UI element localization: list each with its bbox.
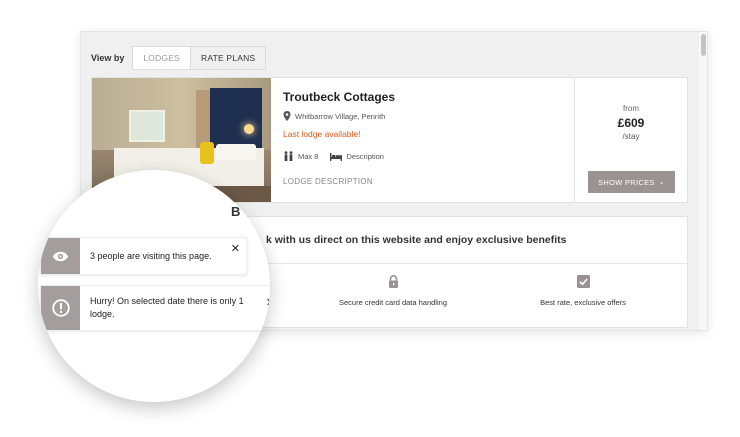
show-prices-button[interactable]: SHOW PRICES ⌄ <box>588 171 675 193</box>
benefit-secure-payment: Secure credit card data handling <box>323 275 463 307</box>
benefit-label: Secure credit card data handling <box>339 298 447 307</box>
close-icon[interactable]: ✕ <box>231 244 240 255</box>
price-unit: /stay <box>622 132 640 141</box>
lodge-description-link[interactable]: LODGE DESCRIPTION <box>283 177 562 186</box>
magnifier-overlay: B 3 people are visiting this page. ✕ Hur… <box>38 170 270 402</box>
notification-text: 3 people are visiting this page. <box>90 250 212 261</box>
price-value: £609 <box>617 116 645 130</box>
view-by-bar: View by LODGES RATE PLANS <box>91 46 267 70</box>
scrollbar[interactable] <box>699 32 707 330</box>
description-meta: Description <box>346 151 384 161</box>
alert-circle-icon <box>51 299 70 317</box>
show-prices-label: SHOW PRICES <box>598 177 655 187</box>
notification-text: Hurry! On selected date there is only 1 … <box>90 296 244 319</box>
benefits-heading-fragment: B <box>231 204 241 219</box>
chevron-down-icon: ⌄ <box>658 179 665 186</box>
availability-alert: Last lodge available! <box>283 129 361 139</box>
tab-lodges[interactable]: LODGES <box>133 47 190 69</box>
lodge-info: Troutbeck Cottages Whitbarrow Village, P… <box>271 78 574 202</box>
lodge-meta: Max 8 Description <box>283 151 562 161</box>
benefit-label: Best rate, exclusive offers <box>540 298 626 307</box>
checkbox-icon <box>576 275 590 288</box>
guests-icon <box>284 151 293 161</box>
bed-icon <box>330 152 343 161</box>
visitors-notification: 3 people are visiting this page. ✕ <box>40 237 247 275</box>
lodge-title[interactable]: Troutbeck Cottages <box>283 90 562 104</box>
availability-notification: Hurry! On selected date there is only 1 … <box>40 285 270 331</box>
close-icon[interactable]: ✕ <box>266 298 270 309</box>
price-column: from £609 /stay SHOW PRICES ⌄ <box>574 78 687 202</box>
location-text: Whitbarrow Village, Penrith <box>295 111 386 121</box>
eye-icon <box>52 251 69 261</box>
lodge-location: Whitbarrow Village, Penrith <box>283 111 562 121</box>
scrollbar-thumb[interactable] <box>701 34 706 56</box>
price-from-label: from <box>623 104 639 113</box>
lock-icon <box>388 275 398 288</box>
map-pin-icon <box>283 111 291 121</box>
view-by-tabs: LODGES RATE PLANS <box>132 46 267 70</box>
benefit-best-rate: Best rate, exclusive offers <box>513 275 653 307</box>
benefits-heading: k with us direct on this website and enj… <box>266 234 567 246</box>
tab-rate-plans[interactable]: RATE PLANS <box>190 47 266 69</box>
view-by-label: View by <box>91 53 125 63</box>
max-guests: Max 8 <box>298 151 319 161</box>
